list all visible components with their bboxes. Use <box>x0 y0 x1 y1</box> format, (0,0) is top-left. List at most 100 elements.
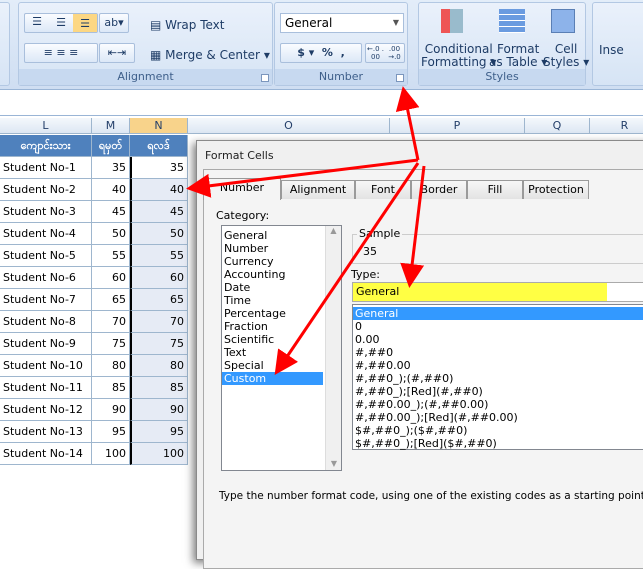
type-item[interactable]: 0 <box>353 320 643 333</box>
column-header-R[interactable]: R <box>590 118 643 134</box>
category-item[interactable]: Text <box>222 346 323 359</box>
category-item[interactable]: Special <box>222 359 323 372</box>
table-cell[interactable]: Student No-9 <box>0 333 92 355</box>
table-cell[interactable]: 70 <box>92 311 130 333</box>
header-cell[interactable]: ရမှတ် <box>92 135 130 157</box>
tab-protection[interactable]: Protection <box>523 180 589 199</box>
type-item[interactable]: #,##0.00_);[Red](#,##0.00) <box>353 411 643 424</box>
table-cell[interactable]: 80 <box>92 355 130 377</box>
cell-styles-button[interactable]: Cell Styles ▾ <box>543 43 589 69</box>
table-cell[interactable]: Student No-11 <box>0 377 92 399</box>
number-format-dropdown[interactable]: General ▼ <box>280 13 404 33</box>
table-cell[interactable]: 60 <box>130 267 188 289</box>
wrap-text-button[interactable]: ▤ Wrap Text <box>150 18 224 32</box>
vertical-align-buttons[interactable]: ☰ ☰ ☰ <box>24 13 98 33</box>
table-cell[interactable]: 90 <box>130 399 188 421</box>
scroll-down-icon[interactable]: ▼ <box>326 459 342 468</box>
table-cell[interactable]: 45 <box>130 201 188 223</box>
tab-border[interactable]: Border <box>411 180 467 199</box>
formula-bar[interactable] <box>0 90 643 116</box>
table-cell[interactable]: 55 <box>92 245 130 267</box>
type-item[interactable]: #,##0 <box>353 346 643 359</box>
table-cell[interactable]: Student No-6 <box>0 267 92 289</box>
orientation-button[interactable]: ab▾ <box>99 13 129 33</box>
top-align-icon[interactable]: ☰ <box>25 14 49 32</box>
table-cell[interactable]: Student No-7 <box>0 289 92 311</box>
category-list[interactable]: ▲ ▼ General Number Currency Accounting Date Ti… <box>221 225 342 471</box>
column-header-P[interactable]: P <box>390 118 525 134</box>
category-scrollbar[interactable]: ▲ ▼ <box>325 226 341 470</box>
table-cell[interactable]: Student No-2 <box>0 179 92 201</box>
table-cell[interactable]: 90 <box>92 399 130 421</box>
table-cell[interactable]: 95 <box>92 421 130 443</box>
category-item[interactable]: Time <box>222 294 323 307</box>
category-item[interactable]: Number <box>222 242 323 255</box>
number-dialog-launcher[interactable] <box>396 74 404 82</box>
column-header-N[interactable]: N <box>130 118 188 134</box>
table-cell[interactable]: 65 <box>92 289 130 311</box>
category-item[interactable]: Scientific <box>222 333 323 346</box>
category-item[interactable]: General <box>222 229 323 242</box>
table-cell[interactable]: 75 <box>92 333 130 355</box>
category-item[interactable]: Currency <box>222 255 323 268</box>
table-cell[interactable]: Student No-8 <box>0 311 92 333</box>
type-item[interactable]: #,##0_);(#,##0) <box>353 372 643 385</box>
category-item[interactable]: Percentage <box>222 307 323 320</box>
header-cell[interactable]: ရလဒ် <box>130 135 188 157</box>
tab-alignment[interactable]: Alignment <box>281 180 355 199</box>
column-header-L[interactable]: L <box>0 118 92 134</box>
category-item[interactable]: Accounting <box>222 268 323 281</box>
table-cell[interactable]: 40 <box>92 179 130 201</box>
middle-align-icon[interactable]: ☰ <box>49 14 73 32</box>
tab-fill[interactable]: Fill <box>467 180 523 199</box>
table-cell[interactable]: 70 <box>130 311 188 333</box>
table-cell[interactable]: 85 <box>130 377 188 399</box>
table-cell[interactable]: 60 <box>92 267 130 289</box>
conditional-formatting-button[interactable]: Conditional Formatting ▾ <box>421 43 496 69</box>
table-cell[interactable]: Student No-1 <box>0 157 92 179</box>
format-as-table-button[interactable]: Format as Table ▾ <box>489 43 547 69</box>
column-header-O[interactable]: O <box>188 118 390 134</box>
table-cell[interactable]: 35 <box>130 157 188 179</box>
table-cell[interactable]: Student No-4 <box>0 223 92 245</box>
column-header-M[interactable]: M <box>92 118 130 134</box>
category-item[interactable]: Date <box>222 281 323 294</box>
category-item[interactable]: Fraction <box>222 320 323 333</box>
type-item[interactable]: $#,##0_);($#,##0) <box>353 424 643 437</box>
table-cell[interactable]: Student No-10 <box>0 355 92 377</box>
indent-buttons[interactable]: ⇤⇥ <box>99 43 135 63</box>
table-cell[interactable]: 85 <box>92 377 130 399</box>
table-cell[interactable]: 75 <box>130 333 188 355</box>
table-cell[interactable]: 45 <box>92 201 130 223</box>
type-list[interactable]: General 0 0.00 #,##0 #,##0.00 #,##0_);(#,##0)… <box>352 304 643 450</box>
table-cell[interactable]: Student No-5 <box>0 245 92 267</box>
table-cell[interactable]: Student No-12 <box>0 399 92 421</box>
increase-decimal-button[interactable]: ←.0 .00 <box>366 45 385 61</box>
type-item[interactable]: #,##0.00 <box>353 359 643 372</box>
table-cell[interactable]: 50 <box>92 223 130 245</box>
alignment-dialog-launcher[interactable] <box>261 74 269 82</box>
merge-center-button[interactable]: ▦ Merge & Center ▾ <box>150 48 270 62</box>
table-cell[interactable]: 40 <box>130 179 188 201</box>
table-cell[interactable]: Student No-3 <box>0 201 92 223</box>
bottom-align-icon[interactable]: ☰ <box>73 14 97 32</box>
table-cell[interactable]: 55 <box>130 245 188 267</box>
horizontal-align-buttons[interactable]: ≡ ≡ ≡ <box>24 43 98 63</box>
decrease-decimal-button[interactable]: .00 →.0 <box>385 45 404 61</box>
table-cell[interactable]: 95 <box>130 421 188 443</box>
column-header-Q[interactable]: Q <box>525 118 590 134</box>
type-item[interactable]: $#,##0_);[Red]($#,##0) <box>353 437 643 450</box>
insert-button[interactable]: Inse <box>599 43 624 57</box>
table-cell[interactable]: 50 <box>130 223 188 245</box>
type-item[interactable]: #,##0.00_);(#,##0.00) <box>353 398 643 411</box>
table-cell[interactable]: 65 <box>130 289 188 311</box>
tab-font[interactable]: Font <box>355 180 411 199</box>
type-item[interactable]: 0.00 <box>353 333 643 346</box>
table-cell[interactable]: Student No-13 <box>0 421 92 443</box>
type-item[interactable]: General <box>353 307 643 320</box>
category-item[interactable]: Custom <box>222 372 323 385</box>
header-cell[interactable]: ကျောင်းသား <box>0 135 92 157</box>
table-cell[interactable]: Student No-14 <box>0 443 92 465</box>
type-item[interactable]: #,##0_);[Red](#,##0) <box>353 385 643 398</box>
table-cell[interactable]: 35 <box>92 157 130 179</box>
